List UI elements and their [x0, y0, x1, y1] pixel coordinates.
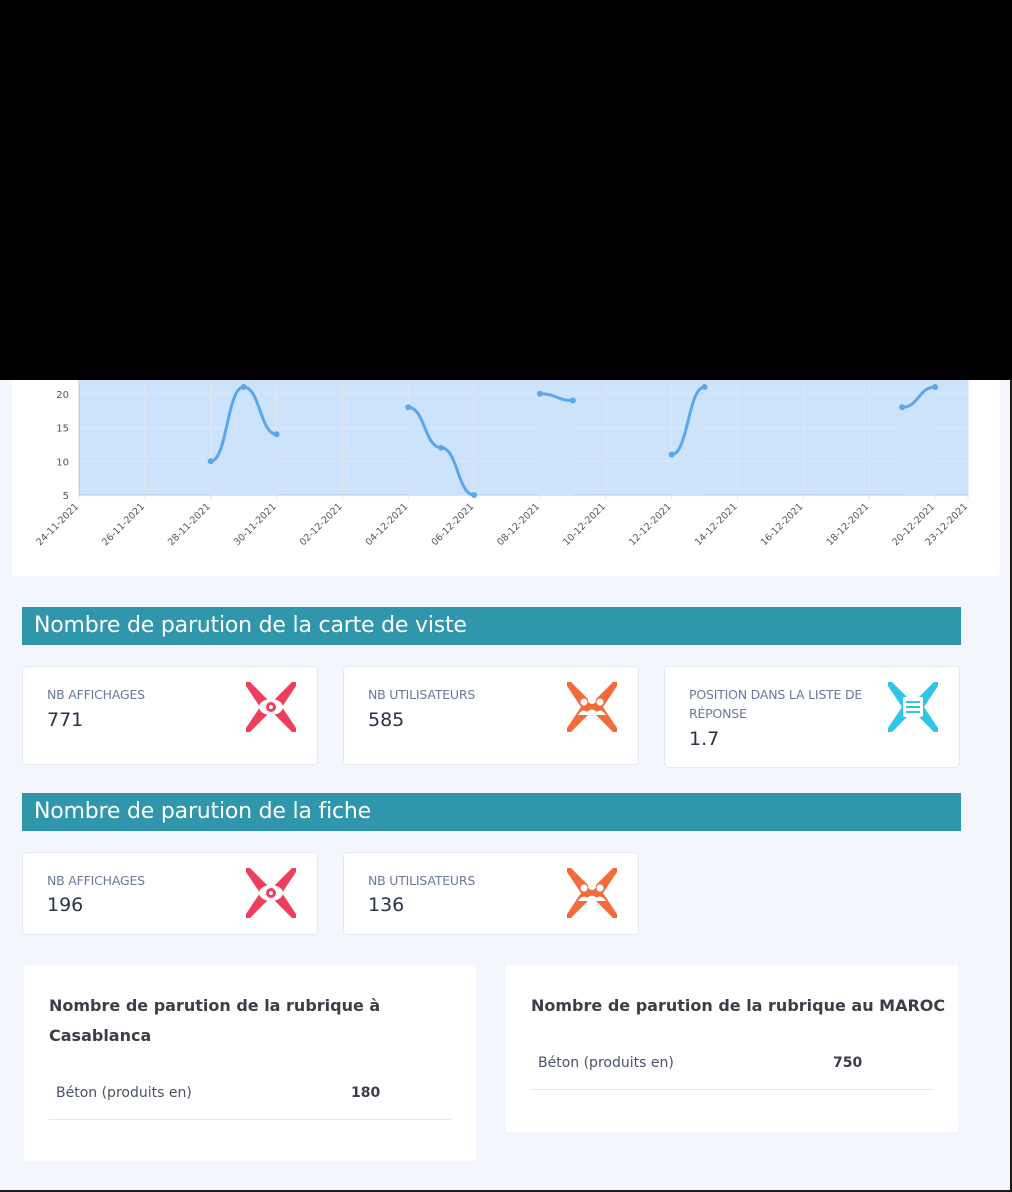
redacted-area — [0, 0, 1012, 380]
stat-value: 771 — [47, 709, 84, 731]
chart-x-tick-label: 28-11-2021 — [166, 501, 213, 548]
chart-data-point — [899, 404, 906, 411]
chart-x-tick-label: 08-12-2021 — [495, 501, 542, 548]
stat-label: NB AFFICHAGES — [47, 687, 145, 702]
chart-x-tick-label: 10-12-2021 — [561, 501, 608, 548]
chart-y-tick-label: 15 — [56, 424, 69, 435]
stat-value: 1.7 — [689, 728, 720, 750]
chart-data-point — [438, 444, 445, 451]
chart-x-tick-label: 18-12-2021 — [825, 501, 872, 548]
users-icon — [567, 682, 617, 732]
stat-value: 196 — [47, 894, 84, 916]
row-divider — [531, 1089, 933, 1090]
rubrique-maroc-card: Nombre de parution de la rubrique au MAR… — [506, 965, 958, 1132]
rubrique-row-value: 750 — [833, 1055, 863, 1071]
chart-data-point — [273, 431, 280, 438]
stat-label: NB AFFICHAGES — [47, 873, 145, 888]
line-area-chart: 5 10 15 20 24-11-2021 26-11-2021 28-11-2021 30-… — [34, 380, 970, 548]
chart-y-tick-label: 20 — [56, 390, 69, 401]
chart-data-point — [932, 384, 939, 390]
rubrique-row-label: Béton (produits en) — [56, 1085, 192, 1101]
users-icon — [567, 868, 617, 918]
stat-value: 585 — [368, 709, 405, 731]
rubrique-row-value: 180 — [351, 1085, 381, 1101]
section-header-fiche: Nombre de parution de la fiche — [22, 793, 961, 831]
chart-data-point — [240, 384, 247, 390]
rubrique-title: Nombre de parution de la rubrique à Casa… — [49, 996, 381, 1045]
chart-y-tick-label: 5 — [63, 491, 69, 502]
rubrique-casablanca-card: Nombre de parution de la rubrique à Casa… — [24, 965, 476, 1161]
eye-icon — [246, 682, 296, 732]
chart-data-point — [471, 492, 478, 498]
row-divider — [49, 1119, 451, 1120]
rubrique-title: Nombre de parution de la rubrique au MAR… — [531, 996, 946, 1015]
stat-card-utilisateurs: NB UTILISATEURS 136 — [343, 852, 639, 935]
chart-x-tick-label: 12-12-2021 — [627, 501, 674, 548]
chart-data-point — [536, 390, 543, 397]
chart-x-tick-label: 02-12-2021 — [298, 501, 345, 548]
chart-data-point — [701, 384, 708, 390]
chart-data-point — [405, 404, 412, 411]
chart-x-tick-label: 14-12-2021 — [693, 501, 740, 548]
chart-data-point — [569, 397, 576, 404]
stat-card-position: POSITION DANS LA LISTE DE RÉPONSE 1.7 — [664, 666, 960, 768]
stat-card-affichages: NB AFFICHAGES 196 — [22, 852, 318, 935]
chart-x-tick-label: 16-12-2021 — [759, 501, 806, 548]
stat-label: NB UTILISATEURS — [368, 873, 476, 888]
chart-x-tick-label: 26-11-2021 — [100, 501, 147, 548]
stat-value: 136 — [368, 894, 405, 916]
chart-x-tick-label: 24-11-2021 — [34, 501, 81, 548]
chart-x-tick-label: 30-11-2021 — [232, 501, 279, 548]
chart-x-tick-label: 04-12-2021 — [364, 501, 411, 548]
chart-y-tick-label: 10 — [56, 457, 69, 468]
stat-card-utilisateurs: NB UTILISATEURS 585 — [343, 666, 639, 765]
list-icon — [888, 682, 938, 732]
stat-card-affichages: NB AFFICHAGES 771 — [22, 666, 318, 765]
section-header-carte-visite: Nombre de parution de la carte de viste — [22, 607, 961, 645]
chart-card: 5 10 15 20 24-11-2021 26-11-2021 28-11-2021 30-… — [12, 380, 1000, 576]
chart-x-tick-label: 06-12-2021 — [429, 501, 476, 548]
chart-data-point — [207, 458, 214, 465]
chart-series-area — [539, 393, 573, 495]
stat-label: POSITION DANS LA LISTE DE RÉPONSE — [689, 687, 863, 721]
rubrique-row-label: Béton (produits en) — [538, 1055, 674, 1071]
stat-label: NB UTILISATEURS — [368, 687, 476, 702]
eye-icon — [246, 868, 296, 918]
chart-data-point — [668, 451, 675, 458]
